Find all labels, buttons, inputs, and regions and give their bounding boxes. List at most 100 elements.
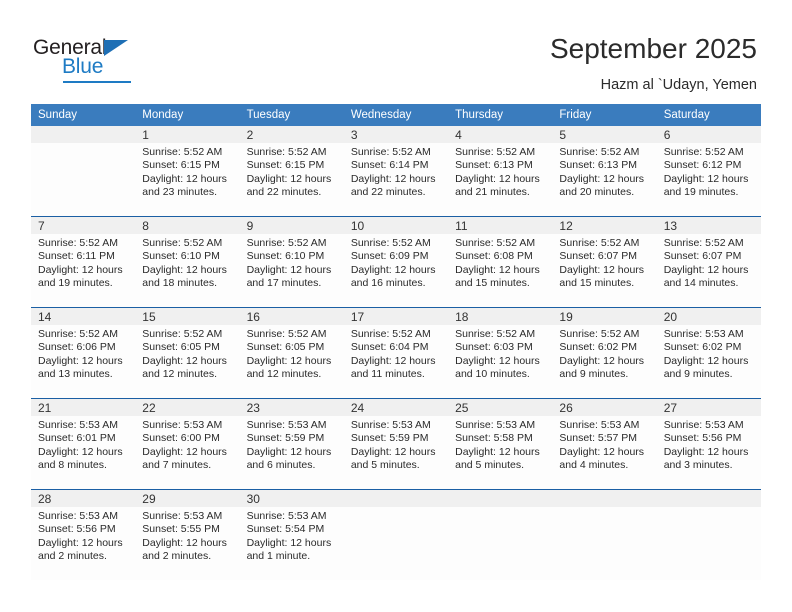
day-number: 21 — [31, 399, 136, 416]
day-cell[interactable]: 18 Sunrise: 5:52 AM Sunset: 6:03 PM Dayligh… — [448, 307, 553, 398]
sunset-text: Sunset: 6:14 PM — [350, 159, 429, 172]
sunrise-text: Sunrise: 5:52 AM — [350, 146, 431, 158]
sunset-text: Sunset: 6:00 PM — [142, 432, 220, 445]
day-cell-inner: 14 Sunrise: 5:52 AM Sunset: 6:06 PM Dayligh… — [31, 307, 136, 398]
day-cell[interactable]: 2 Sunrise: 5:52 AM Sunset: 6:15 PM Daylight… — [239, 126, 344, 216]
day-cell-inner: 25 Sunrise: 5:53 AM Sunset: 5:58 PM Dayligh… — [448, 398, 553, 489]
calendar-header-row: Sunday Monday Tuesday Wednesday Thursday Frid… — [31, 104, 761, 126]
daylight-text: Daylight: 12 hours and 17 minutes. — [246, 263, 332, 290]
day-number — [552, 490, 657, 507]
sunset-text: Sunset: 5:57 PM — [559, 432, 638, 445]
sunrise-text: Sunrise: 5:53 AM — [663, 328, 744, 340]
day-number: 29 — [135, 490, 240, 507]
sunrise-text: Sunrise: 5:53 AM — [142, 510, 223, 522]
day-number: 14 — [31, 308, 136, 325]
day-cell[interactable]: 1 Sunrise: 5:52 AM Sunset: 6:15 PM Daylight… — [135, 126, 240, 216]
day-cell[interactable]: 30 Sunrise: 5:53 AM Sunset: 5:54 PM Dayligh… — [239, 489, 344, 580]
day-number: 27 — [656, 399, 761, 416]
sunset-text: Sunset: 6:11 PM — [38, 250, 115, 263]
weekday-header-monday: Monday — [135, 104, 240, 126]
sunrise-text: Sunrise: 5:52 AM — [559, 237, 640, 249]
page-title: September 2025 — [549, 33, 757, 64]
day-cell[interactable]: 11 Sunrise: 5:52 AM Sunset: 6:08 PM Dayligh… — [448, 216, 553, 307]
day-cell[interactable]: 5 Sunrise: 5:52 AM Sunset: 6:13 PM Daylight… — [552, 126, 657, 216]
sunrise-text: Sunrise: 5:53 AM — [38, 510, 118, 522]
day-number: 5 — [552, 126, 657, 143]
day-cell[interactable]: 7 Sunrise: 5:52 AM Sunset: 6:11 PM Daylight… — [31, 216, 136, 307]
day-details: Sunrise: 5:53 AM Sunset: 5:56 PM Daylight:… — [31, 507, 135, 564]
sunset-text: Sunset: 6:04 PM — [350, 341, 429, 354]
day-cell-empty — [343, 489, 449, 580]
day-cell[interactable]: 16 Sunrise: 5:52 AM Sunset: 6:05 PM Dayligh… — [239, 307, 344, 398]
calendar-page: General Blue September 2025 Hazm al `Uda… — [0, 0, 792, 612]
day-cell[interactable]: 26 Sunrise: 5:53 AM Sunset: 5:57 PM Dayligh… — [552, 398, 657, 489]
day-number: 22 — [135, 399, 240, 416]
sunrise-text: Sunrise: 5:52 AM — [663, 146, 744, 158]
day-cell[interactable]: 4 Sunrise: 5:52 AM Sunset: 6:13 PM Daylight… — [448, 126, 553, 216]
day-details: Sunrise: 5:53 AM Sunset: 5:55 PM Daylight:… — [135, 507, 239, 564]
day-cell[interactable]: 23 Sunrise: 5:53 AM Sunset: 5:59 PM Dayligh… — [239, 398, 344, 489]
day-cell-inner: 28 Sunrise: 5:53 AM Sunset: 5:56 PM Dayligh… — [31, 489, 136, 580]
day-number: 25 — [448, 399, 553, 416]
sunset-text: Sunset: 6:07 PM — [559, 250, 638, 263]
day-cell[interactable]: 10 Sunrise: 5:52 AM Sunset: 6:09 PM Dayligh… — [343, 216, 449, 307]
day-cell-empty — [31, 126, 136, 216]
day-cell[interactable]: 6 Sunrise: 5:52 AM Sunset: 6:12 PM Daylight… — [656, 126, 761, 216]
day-details: Sunrise: 5:52 AM Sunset: 6:04 PM Daylight:… — [344, 325, 448, 382]
daylight-text: Daylight: 12 hours and 21 minutes. — [455, 172, 540, 199]
day-cell[interactable]: 22 Sunrise: 5:53 AM Sunset: 6:00 PM Dayligh… — [135, 398, 240, 489]
sunrise-text: Sunrise: 5:52 AM — [455, 146, 536, 158]
day-number: 26 — [552, 399, 657, 416]
day-cell-inner: 3 Sunrise: 5:52 AM Sunset: 6:14 PM Daylight… — [343, 126, 449, 216]
calendar-week-row: 1 Sunrise: 5:52 AM Sunset: 6:15 PM Daylight… — [31, 126, 761, 216]
day-details: Sunrise: 5:53 AM Sunset: 5:58 PM Daylight:… — [448, 416, 552, 473]
day-cell[interactable]: 15 Sunrise: 5:52 AM Sunset: 6:05 PM Dayligh… — [135, 307, 240, 398]
daylight-text: Daylight: 12 hours and 23 minutes. — [142, 172, 227, 199]
calendar-week-row: 21 Sunrise: 5:53 AM Sunset: 6:01 PM Dayligh… — [31, 398, 761, 489]
sunrise-text: Sunrise: 5:52 AM — [350, 237, 431, 249]
calendar-week-row: 7 Sunrise: 5:52 AM Sunset: 6:11 PM Daylight… — [31, 216, 761, 307]
day-cell[interactable]: 12 Sunrise: 5:52 AM Sunset: 6:07 PM Dayligh… — [552, 216, 657, 307]
day-cell[interactable]: 13 Sunrise: 5:52 AM Sunset: 6:07 PM Dayligh… — [656, 216, 761, 307]
day-cell[interactable]: 9 Sunrise: 5:52 AM Sunset: 6:10 PM Daylight… — [239, 216, 344, 307]
sunrise-text: Sunrise: 5:53 AM — [142, 419, 223, 431]
day-cell[interactable]: 3 Sunrise: 5:52 AM Sunset: 6:14 PM Daylight… — [343, 126, 449, 216]
day-cell[interactable]: 20 Sunrise: 5:53 AM Sunset: 6:02 PM Dayligh… — [656, 307, 761, 398]
sunset-text: Sunset: 5:56 PM — [38, 523, 116, 536]
daylight-text: Daylight: 12 hours and 14 minutes. — [663, 263, 749, 290]
sunrise-text: Sunrise: 5:52 AM — [142, 146, 223, 158]
day-cell[interactable]: 19 Sunrise: 5:52 AM Sunset: 6:02 PM Dayligh… — [552, 307, 657, 398]
day-number: 7 — [31, 217, 136, 234]
sunrise-text: Sunrise: 5:53 AM — [350, 419, 431, 431]
day-cell[interactable]: 17 Sunrise: 5:52 AM Sunset: 6:04 PM Dayligh… — [343, 307, 449, 398]
day-cell-inner: 13 Sunrise: 5:52 AM Sunset: 6:07 PM Dayligh… — [656, 216, 761, 307]
day-cell[interactable]: 25 Sunrise: 5:53 AM Sunset: 5:58 PM Dayligh… — [448, 398, 553, 489]
daylight-text: Daylight: 12 hours and 1 minute. — [246, 536, 332, 563]
day-cell[interactable]: 29 Sunrise: 5:53 AM Sunset: 5:55 PM Dayligh… — [135, 489, 240, 580]
sunrise-text: Sunrise: 5:53 AM — [38, 419, 118, 431]
day-details: Sunrise: 5:52 AM Sunset: 6:05 PM Daylight:… — [240, 325, 344, 382]
logo-triangle-icon — [104, 40, 128, 56]
day-cell-inner: 1 Sunrise: 5:52 AM Sunset: 6:15 PM Daylight… — [135, 126, 240, 216]
day-details: Sunrise: 5:52 AM Sunset: 6:03 PM Daylight:… — [448, 325, 552, 382]
day-details: Sunrise: 5:52 AM Sunset: 6:12 PM Daylight:… — [657, 143, 761, 200]
generalblue-logo: General Blue — [33, 36, 163, 84]
daylight-text: Daylight: 12 hours and 5 minutes. — [350, 445, 436, 472]
day-cell[interactable]: 27 Sunrise: 5:53 AM Sunset: 5:56 PM Dayligh… — [656, 398, 761, 489]
day-details: Sunrise: 5:52 AM Sunset: 6:07 PM Daylight:… — [552, 234, 656, 291]
sunrise-text: Sunrise: 5:52 AM — [246, 328, 327, 340]
day-cell[interactable]: 14 Sunrise: 5:52 AM Sunset: 6:06 PM Dayligh… — [31, 307, 136, 398]
day-cell[interactable]: 8 Sunrise: 5:52 AM Sunset: 6:10 PM Daylight… — [135, 216, 240, 307]
sunset-text: Sunset: 6:10 PM — [142, 250, 220, 263]
day-cell[interactable]: 24 Sunrise: 5:53 AM Sunset: 5:59 PM Dayligh… — [343, 398, 449, 489]
day-number: 18 — [448, 308, 553, 325]
weekday-header-thursday: Thursday — [448, 104, 553, 126]
day-cell-inner: 5 Sunrise: 5:52 AM Sunset: 6:13 PM Daylight… — [552, 126, 657, 216]
day-number: 13 — [656, 217, 761, 234]
day-cell[interactable]: 28 Sunrise: 5:53 AM Sunset: 5:56 PM Dayligh… — [31, 489, 136, 580]
day-cell-inner — [552, 489, 657, 580]
sunset-text: Sunset: 5:58 PM — [455, 432, 533, 445]
day-cell[interactable]: 21 Sunrise: 5:53 AM Sunset: 6:01 PM Dayligh… — [31, 398, 136, 489]
day-details: Sunrise: 5:52 AM Sunset: 6:13 PM Daylight:… — [552, 143, 656, 200]
day-details: Sunrise: 5:52 AM Sunset: 6:15 PM Daylight:… — [135, 143, 239, 200]
